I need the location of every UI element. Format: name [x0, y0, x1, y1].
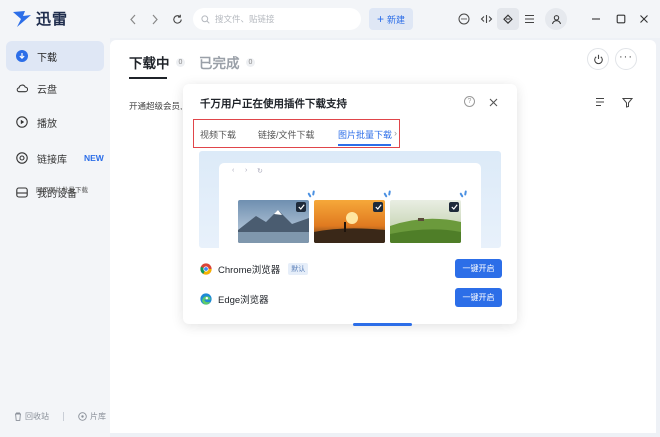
more-options-button[interactable]: ··· — [615, 48, 637, 70]
maximize-icon[interactable] — [614, 12, 628, 26]
sidebar-footer: 回收站 片库 — [14, 411, 106, 422]
preview-forward-icon: › — [245, 167, 248, 174]
chrome-icon — [200, 263, 212, 275]
device-icon — [16, 186, 28, 198]
sidebar-item-download[interactable]: 下载 — [6, 41, 104, 71]
avatar[interactable] — [545, 8, 567, 30]
search-input[interactable]: 搜文件、贴链接 — [193, 8, 361, 30]
recycle-bin-label: 回收站 — [25, 412, 49, 421]
app-title: 迅雷 — [36, 11, 69, 28]
menu-icon[interactable] — [522, 12, 536, 26]
sidebar-item-label: 链接库 — [37, 154, 67, 166]
power-icon — [593, 54, 603, 64]
active-tab-indicator — [129, 77, 167, 79]
default-badge: 默认 — [288, 263, 309, 275]
new-task-button[interactable]: + 新建 — [369, 8, 413, 30]
close-popup-icon[interactable] — [486, 95, 500, 109]
thunder-logo-icon — [13, 10, 31, 27]
tab-completed[interactable]: 已完成 0 — [199, 52, 256, 72]
gallery-label: 片库 — [90, 412, 106, 421]
minimize-icon[interactable] — [589, 12, 603, 26]
edge-icon — [200, 293, 212, 305]
sidebar-item-cloud[interactable]: 云盘 — [6, 73, 104, 103]
subtab-image-batch-download[interactable]: 图片批量下载 — [338, 128, 392, 141]
plugin-icon — [501, 12, 515, 26]
chrome-row: Chrome浏览器 默认 — [200, 262, 309, 276]
sidebar-item-label: 播放 — [37, 118, 57, 130]
chrome-label: Chrome浏览器 — [218, 265, 281, 276]
popup-scroll-indicator — [353, 323, 412, 326]
tab-completed-count: 0 — [245, 57, 256, 67]
help-icon[interactable]: ? — [464, 96, 475, 107]
back-arrow-icon[interactable] — [126, 12, 140, 26]
close-window-icon[interactable] — [637, 12, 651, 26]
footer-divider — [63, 412, 64, 421]
tab-downloading[interactable]: 下载中 0 — [129, 52, 186, 72]
recycle-bin-button[interactable]: 回收站 — [14, 411, 49, 422]
new-task-label: 新建 — [387, 14, 406, 25]
vip-promo-text[interactable]: 开通超级会员, — [129, 100, 182, 112]
sidebar-item-label: 云盘 — [37, 84, 57, 96]
checkbox-checked-icon[interactable] — [296, 202, 306, 212]
sidebar-item-play[interactable]: 播放 — [6, 107, 104, 137]
sidebar-item-label: 下载 — [37, 52, 57, 64]
subtab-video-download[interactable]: 视频下载 — [200, 128, 236, 141]
tab-downloading-count: 0 — [175, 57, 186, 67]
sort-icon[interactable] — [593, 95, 607, 109]
tab-downloading-label: 下载中 — [129, 56, 170, 71]
subtab-active-indicator — [338, 144, 391, 146]
chrome-enable-button[interactable]: 一键开启 — [455, 259, 502, 278]
gallery-button[interactable]: 片库 — [78, 411, 106, 422]
more-icon: ··· — [619, 50, 633, 63]
trash-icon — [15, 412, 21, 421]
sidebar-item-link-library[interactable]: 链接库 NEW — [6, 143, 104, 173]
search-placeholder: 搜文件、贴链接 — [215, 14, 275, 24]
gallery-icon — [78, 412, 87, 421]
edge-row: Edge浏览器 — [200, 292, 269, 306]
forward-arrow-icon[interactable] — [148, 12, 162, 26]
refresh-icon[interactable] — [170, 12, 184, 26]
filter-icon[interactable] — [620, 95, 634, 109]
download-icon — [16, 50, 28, 62]
edge-enable-button[interactable]: 一键开启 — [455, 288, 502, 307]
power-button[interactable] — [587, 48, 609, 70]
popup-title: 千万用户正在使用插件下载支持 — [200, 98, 347, 110]
search-icon — [201, 14, 210, 24]
app-logo[interactable]: 迅雷 — [12, 8, 68, 29]
checkbox-checked-icon[interactable] — [449, 202, 459, 212]
preview-label: 网页图片批量下载 — [36, 187, 88, 194]
preview-refresh-icon: ↻ — [257, 168, 263, 175]
preview-back-icon: ‹ — [232, 167, 235, 174]
chat-icon[interactable] — [457, 12, 471, 26]
cloud-icon — [16, 82, 28, 94]
chevron-right-icon[interactable]: › — [394, 128, 397, 138]
new-badge: NEW — [84, 153, 104, 163]
tab-completed-label: 已完成 — [199, 56, 240, 71]
play-icon — [16, 116, 28, 128]
checkbox-checked-icon[interactable] — [373, 202, 383, 212]
plus-icon: + — [376, 12, 384, 26]
user-icon — [551, 14, 561, 24]
link-sync-icon[interactable] — [479, 12, 493, 26]
subtab-link-file-download[interactable]: 链接/文件下载 — [258, 128, 315, 141]
edge-label: Edge浏览器 — [218, 295, 269, 306]
link-library-icon — [16, 152, 28, 164]
